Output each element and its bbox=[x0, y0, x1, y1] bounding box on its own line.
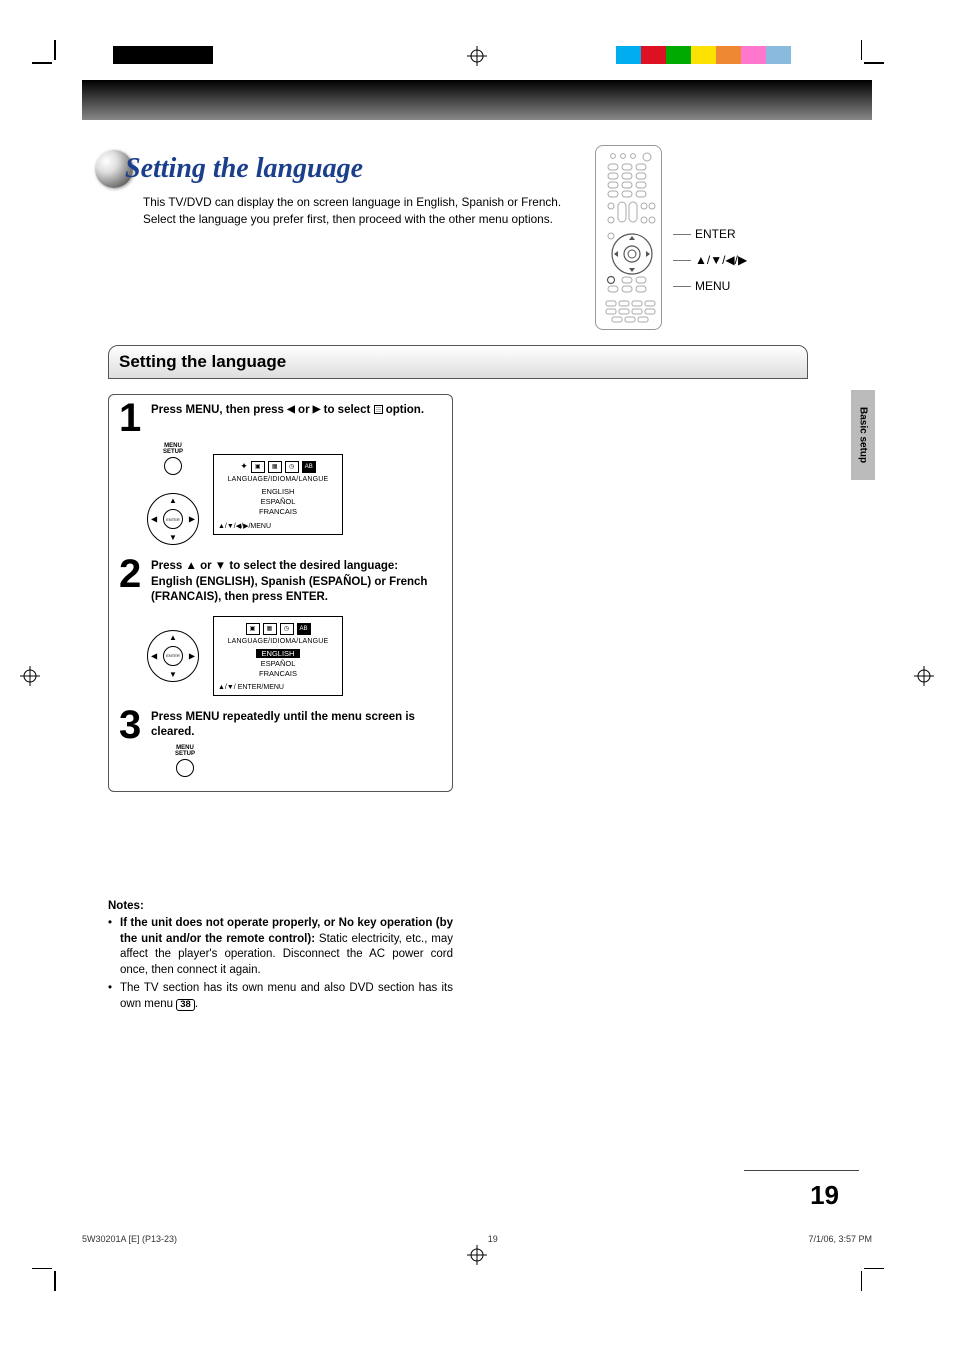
crop-mark bbox=[861, 40, 863, 60]
grid-icon: ▦ bbox=[263, 623, 277, 635]
timer-icon: ◷ bbox=[280, 623, 294, 635]
header-gradient-bar bbox=[82, 80, 872, 120]
remote-diagram: ENTER ▲/▼/◀/▶ MENU bbox=[595, 145, 795, 330]
osd-screen: ▣ ▦ ◷ AB LANGUAGE/IDIOMA/LANGUE ENGLISH … bbox=[213, 616, 343, 696]
menu-setup-button-icon: MENUSETUP bbox=[155, 443, 191, 475]
registration-chips-left bbox=[113, 46, 313, 64]
selected-language: ENGLISH bbox=[256, 649, 301, 658]
picture-icon: ▣ bbox=[246, 623, 260, 635]
step-number: 2 bbox=[119, 559, 145, 606]
notes-title: Notes: bbox=[108, 900, 453, 912]
crop-mark bbox=[864, 1268, 884, 1270]
nav-arrows-icon: ✦ bbox=[240, 461, 248, 473]
registration-chips-right bbox=[591, 46, 791, 64]
menu-option-icon bbox=[374, 405, 383, 414]
crop-mark bbox=[54, 1271, 56, 1291]
language-icon: AB bbox=[302, 461, 316, 473]
crop-mark bbox=[32, 62, 52, 64]
page-title: Setting the language bbox=[125, 153, 363, 185]
step-text: Press MENU repeatedly until the menu scr… bbox=[151, 710, 442, 741]
page-number: 19 bbox=[810, 1180, 839, 1211]
registration-mark-icon bbox=[467, 1245, 487, 1265]
language-icon: AB bbox=[297, 623, 311, 635]
step-text: Press MENU, then press ◀ or ▶ to select … bbox=[151, 403, 424, 433]
page-description: This TV/DVD can display the on screen la… bbox=[143, 194, 583, 227]
crop-mark bbox=[54, 40, 56, 60]
footer-right: 7/1/06, 3:57 PM bbox=[808, 1234, 872, 1244]
picture-icon: ▣ bbox=[251, 461, 265, 473]
step-text: Press ▲ or ▼ to select the desired langu… bbox=[151, 559, 442, 606]
notes-section: Notes: If the unit does not operate prop… bbox=[108, 900, 453, 1015]
left-arrow-icon: ◀ bbox=[287, 404, 295, 415]
steps-container: 1 Press MENU, then press ◀ or ▶ to selec… bbox=[108, 394, 453, 792]
dpad-icon: ENTER ▲▼◀▶ bbox=[147, 630, 199, 682]
timer-icon: ◷ bbox=[285, 461, 299, 473]
grid-icon: ▦ bbox=[268, 461, 282, 473]
crop-mark bbox=[864, 62, 884, 64]
footer-center: 19 bbox=[488, 1234, 498, 1244]
callout-enter: ENTER bbox=[695, 227, 736, 241]
registration-mark-icon bbox=[20, 666, 40, 686]
menu-setup-button-icon: MENUSETUP bbox=[167, 745, 203, 777]
step-number: 1 bbox=[119, 403, 145, 433]
callout-arrows: ▲/▼/◀/▶ bbox=[695, 253, 747, 267]
remote-icon bbox=[596, 146, 663, 331]
registration-mark-icon bbox=[914, 666, 934, 686]
page-number-rule bbox=[744, 1170, 859, 1171]
footer-info: 5W30201A [E] (P13-23) 19 7/1/06, 3:57 PM bbox=[82, 1234, 872, 1244]
footer-left: 5W30201A [E] (P13-23) bbox=[82, 1234, 177, 1244]
section-heading: Setting the language bbox=[108, 345, 808, 379]
dpad-icon: ENTER ▲▼◀▶ bbox=[147, 493, 199, 545]
note-item: The TV section has its own menu and also… bbox=[108, 981, 453, 1012]
step-number: 3 bbox=[119, 710, 145, 741]
registration-mark-icon bbox=[467, 46, 487, 66]
callout-menu: MENU bbox=[695, 279, 730, 293]
crop-mark bbox=[861, 1271, 863, 1291]
osd-screen: ✦ ▣ ▦ ◷ AB LANGUAGE/IDIOMA/LANGUE ENGLIS… bbox=[213, 454, 343, 535]
side-tab: Basic setup bbox=[851, 390, 875, 480]
note-item: If the unit does not operate properly, o… bbox=[108, 916, 453, 978]
page-reference: 38 bbox=[176, 999, 195, 1011]
crop-mark bbox=[32, 1268, 52, 1270]
